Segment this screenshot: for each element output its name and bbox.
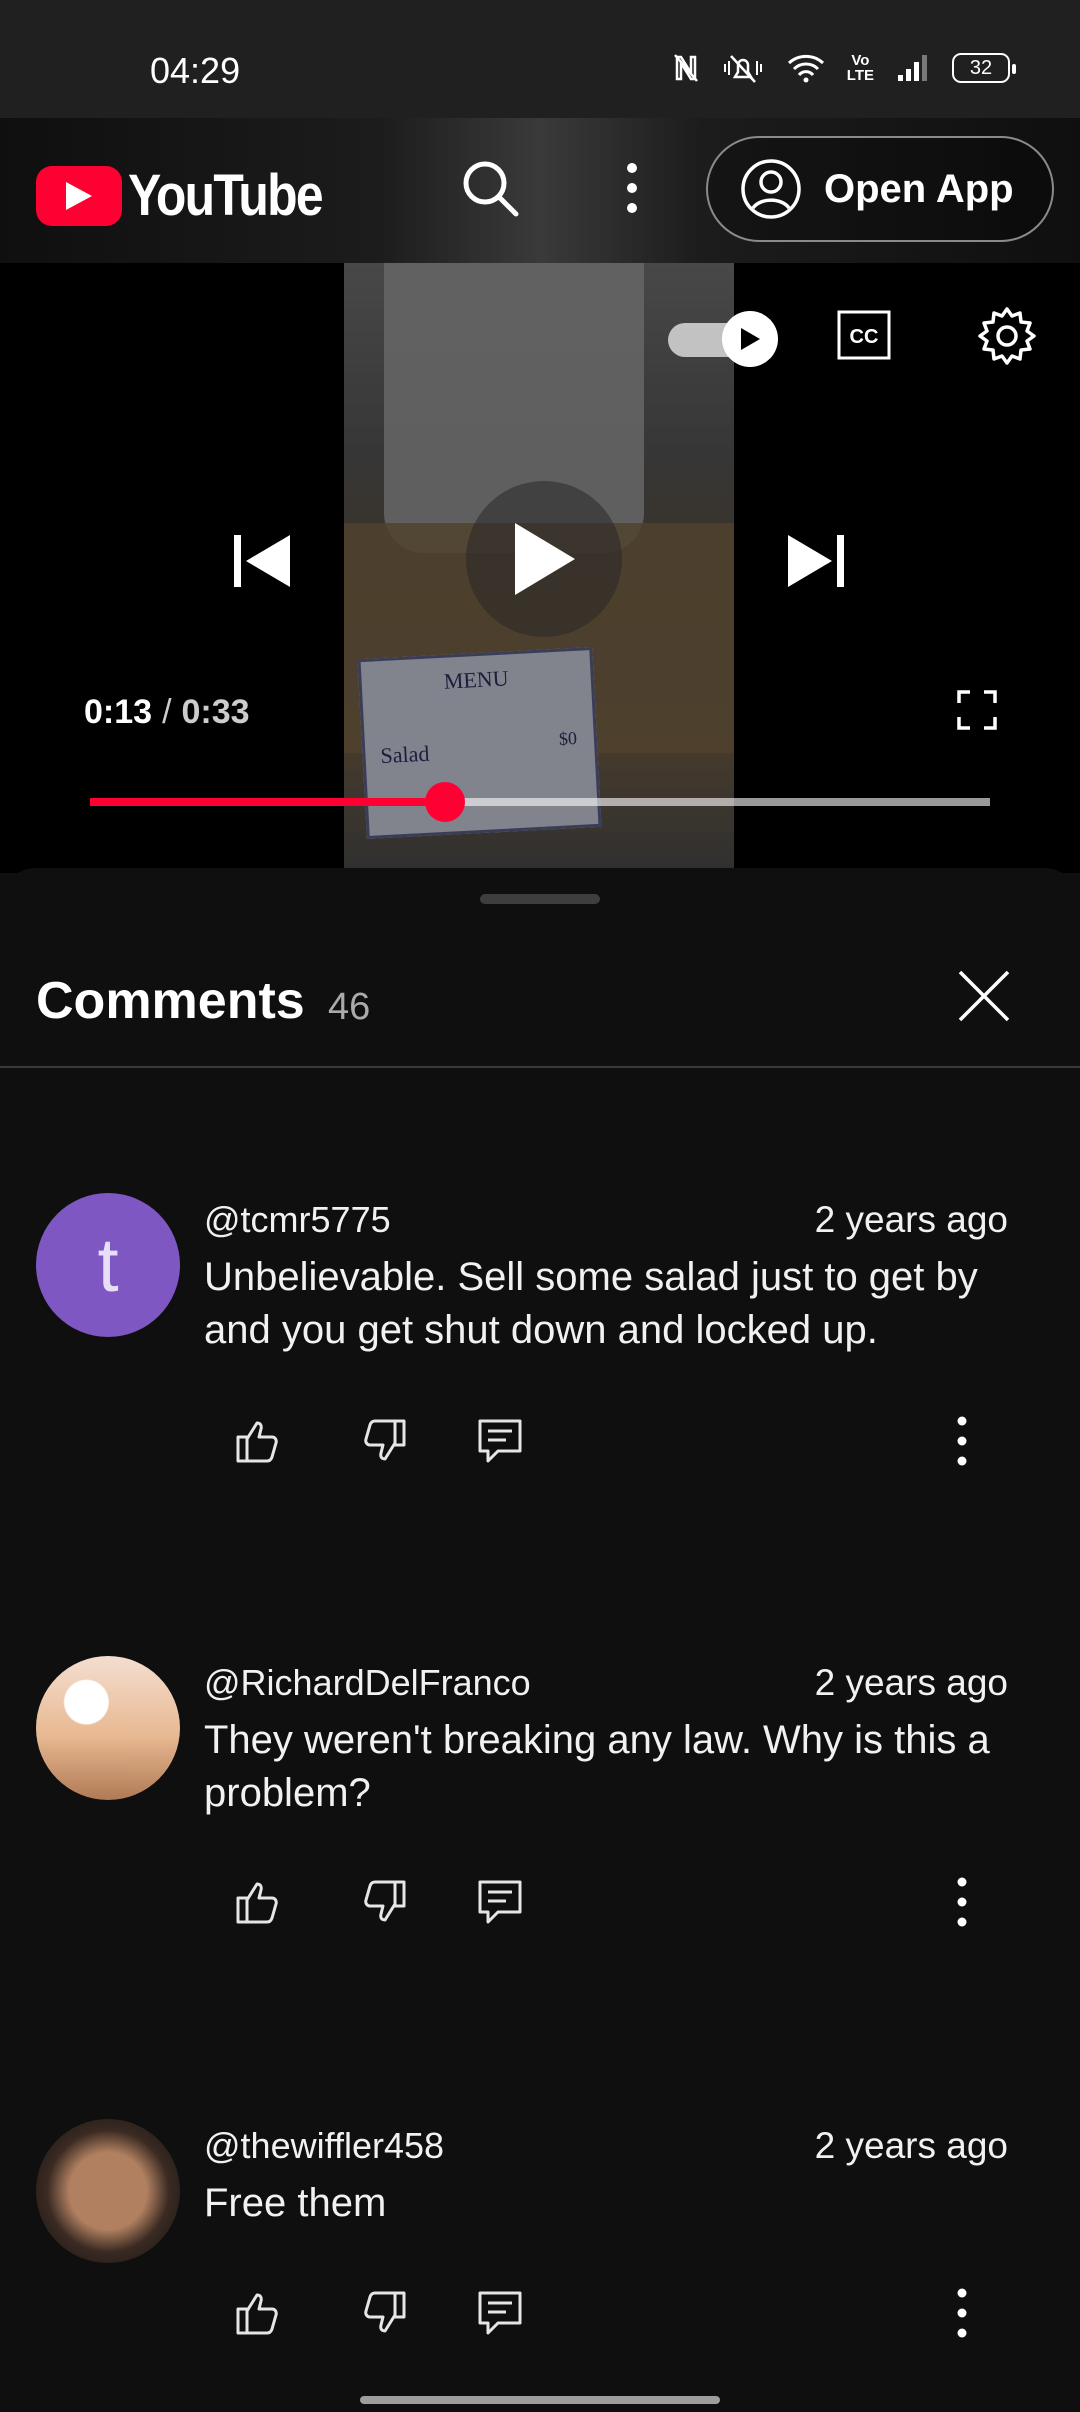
comment-timestamp: 2 years ago [814, 1199, 1008, 1240]
progress-scrubber[interactable] [424, 782, 465, 822]
comment-more-icon[interactable] [942, 1874, 982, 1930]
dislike-icon[interactable] [356, 1413, 412, 1469]
comments-title: Comments [36, 972, 305, 1030]
comment-author[interactable]: @RichardDelFranco [204, 1662, 531, 1704]
comment-author[interactable]: @tcmr5775 [204, 1199, 391, 1241]
time-display: 0:13/0:33 [84, 693, 250, 732]
volte-bottom: LTE [846, 67, 874, 84]
dislike-icon[interactable] [356, 2285, 412, 2341]
svg-text:CC: CC [850, 326, 879, 348]
open-app-label: Open App [824, 166, 1014, 211]
comment-actions [230, 1413, 1030, 1473]
status-bar: 04:29 Vo LTE 32 [0, 0, 1080, 118]
time-separator: / [162, 693, 172, 731]
youtube-logo[interactable]: YouTube [36, 162, 353, 229]
comment-text: Unbelievable. Sell some salad just to ge… [204, 1255, 978, 1352]
youtube-play-icon [36, 165, 122, 226]
autoplay-toggle[interactable] [668, 307, 778, 369]
next-icon[interactable] [784, 529, 848, 593]
video-player[interactable]: MENU Salad $0 CC 0:13/0:33 [0, 263, 1080, 873]
comment-text: Free them [204, 2181, 387, 2225]
account-icon [741, 159, 801, 219]
settings-icon[interactable] [976, 305, 1038, 367]
nfc-icon [673, 54, 698, 82]
avatar[interactable]: t [36, 1193, 180, 1337]
progress-played [90, 798, 445, 806]
open-app-button[interactable]: Open App [706, 136, 1054, 242]
comments-panel: Comments 46 t @tcmr5775 2 years ago Unbe… [0, 868, 1080, 2412]
play-icon [515, 523, 575, 595]
gesture-navigation-bar[interactable] [360, 2396, 720, 2404]
comment-timestamp: 2 years ago [814, 1662, 1008, 1703]
search-icon[interactable] [458, 156, 522, 220]
status-time: 04:29 [150, 50, 241, 91]
autoplay-play-icon [741, 328, 760, 350]
dislike-icon[interactable] [356, 1874, 412, 1930]
reply-icon[interactable] [472, 2285, 528, 2341]
comment-actions [230, 2285, 1030, 2345]
close-icon[interactable] [956, 968, 1012, 1024]
volte-icon: Vo LTE [847, 53, 874, 83]
drag-handle[interactable] [480, 894, 600, 904]
cc-icon[interactable]: CC [836, 307, 892, 363]
avatar[interactable] [36, 2119, 180, 2263]
like-icon[interactable] [230, 2285, 286, 2341]
comment-author[interactable]: @thewiffler458 [204, 2125, 444, 2167]
comment-text: They weren't breaking any law. Why is th… [204, 1718, 990, 1815]
volte-top: Vo [851, 52, 870, 69]
comment-timestamp: 2 years ago [814, 2125, 1008, 2166]
duration: 0:33 [181, 693, 250, 731]
battery-icon: 32 [952, 53, 1016, 83]
comment-item: t @tcmr5775 2 years ago Unbelievable. Se… [0, 1193, 1080, 1513]
comments-count: 46 [328, 986, 371, 1028]
comment-actions [230, 1874, 1030, 1934]
play-button[interactable] [466, 481, 622, 637]
wifi-icon [787, 54, 824, 83]
reply-icon[interactable] [472, 1413, 528, 1469]
previous-icon[interactable] [230, 529, 294, 593]
reply-icon[interactable] [472, 1874, 528, 1930]
comment-item: @RichardDelFranco 2 years ago They weren… [0, 1656, 1080, 1976]
status-icons: Vo LTE 32 [673, 52, 1016, 84]
mute-icon [723, 55, 762, 83]
like-icon[interactable] [230, 1874, 286, 1930]
youtube-wordmark: YouTube [128, 163, 324, 228]
avatar[interactable] [36, 1656, 180, 1800]
more-vertical-icon[interactable] [612, 156, 652, 220]
current-time: 0:13 [84, 693, 153, 731]
signal-icon [898, 55, 927, 81]
like-icon[interactable] [230, 1413, 286, 1469]
fullscreen-icon[interactable] [956, 689, 998, 731]
app-header: YouTube Open App [0, 118, 1080, 263]
avatar-letter: t [36, 1193, 180, 1337]
autoplay-knob [722, 311, 778, 367]
comment-more-icon[interactable] [942, 1413, 982, 1469]
comment-more-icon[interactable] [942, 2285, 982, 2341]
comment-item: @thewiffler458 2 years ago Free them [0, 2119, 1080, 2412]
comments-header: Comments 46 [0, 928, 1080, 1068]
progress-bar[interactable] [90, 782, 990, 822]
